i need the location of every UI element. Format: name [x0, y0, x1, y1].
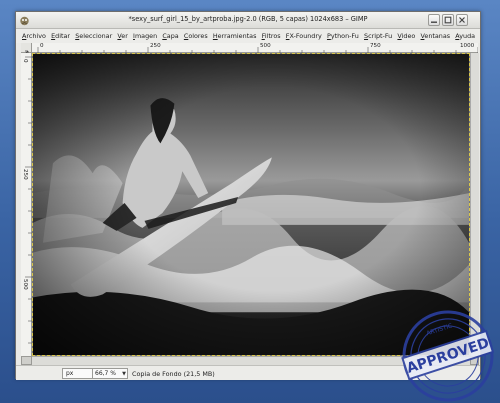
close-button[interactable]: [456, 14, 468, 26]
close-icon: [459, 17, 465, 23]
menu-archivo[interactable]: Archivo: [22, 32, 46, 40]
menu-video[interactable]: Video: [397, 32, 415, 40]
unit-value: px: [66, 370, 74, 377]
layer-info: Copia de Fondo (21,5 MB): [132, 370, 215, 378]
ruler-label: 0: [40, 43, 44, 49]
ruler-corner[interactable]: [21, 43, 32, 57]
ruler-label: 250: [22, 169, 28, 180]
window-title: *sexy_surf_girl_15_by_artproba.jpg-2.0 (…: [128, 15, 368, 23]
minimize-button[interactable]: [428, 14, 440, 26]
zoom-select[interactable]: 66,7 % ▼: [92, 368, 128, 379]
ruler-label: 1000: [460, 43, 475, 49]
quick-mask-button[interactable]: [21, 356, 32, 365]
menu-ver[interactable]: Ver: [117, 32, 127, 40]
maximize-icon: [444, 16, 452, 24]
watermark-stamp: APPROVED ARTISTIC: [401, 310, 495, 402]
ruler-label: 750: [370, 43, 381, 49]
ruler-label: 500: [22, 279, 28, 290]
menu-bar: Archivo Editar Seleccionar Ver Imagen Ca…: [16, 29, 480, 43]
menu-colores[interactable]: Colores: [184, 32, 208, 40]
stamp-subtext: ARTISTIC: [426, 322, 454, 337]
ruler-label: 250: [150, 43, 161, 49]
menu-herramientas[interactable]: Herramientas: [213, 32, 257, 40]
zoom-value: 66,7 %: [95, 370, 116, 377]
title-bar[interactable]: *sexy_surf_girl_15_by_artproba.jpg-2.0 (…: [16, 12, 480, 29]
maximize-button[interactable]: [442, 14, 454, 26]
menu-fx-foundry[interactable]: FX-Foundry: [286, 32, 322, 40]
menu-filtros[interactable]: Filtros: [262, 32, 281, 40]
ruler-label: 500: [260, 43, 271, 49]
menu-ayuda[interactable]: Ayuda: [455, 32, 475, 40]
menu-seleccionar[interactable]: Seleccionar: [75, 32, 112, 40]
menu-script-fu[interactable]: Script-Fu: [364, 32, 392, 40]
chevron-down-icon: ▼: [122, 371, 126, 377]
minimize-icon: [431, 21, 437, 23]
ruler-ticks: [25, 56, 32, 344]
horizontal-ruler[interactable]: 0 250 500 750 1000: [32, 43, 478, 53]
vertical-ruler[interactable]: 0 250 500: [21, 53, 32, 358]
menu-editar[interactable]: Editar: [51, 32, 70, 40]
menu-python-fu[interactable]: Python-Fu: [327, 32, 359, 40]
menu-capa[interactable]: Capa: [162, 32, 178, 40]
ruler-ticks: [37, 47, 478, 53]
ruler-label: 0: [22, 59, 28, 63]
menu-imagen[interactable]: Imagen: [133, 32, 157, 40]
menu-ventanas[interactable]: Ventanas: [421, 32, 451, 40]
